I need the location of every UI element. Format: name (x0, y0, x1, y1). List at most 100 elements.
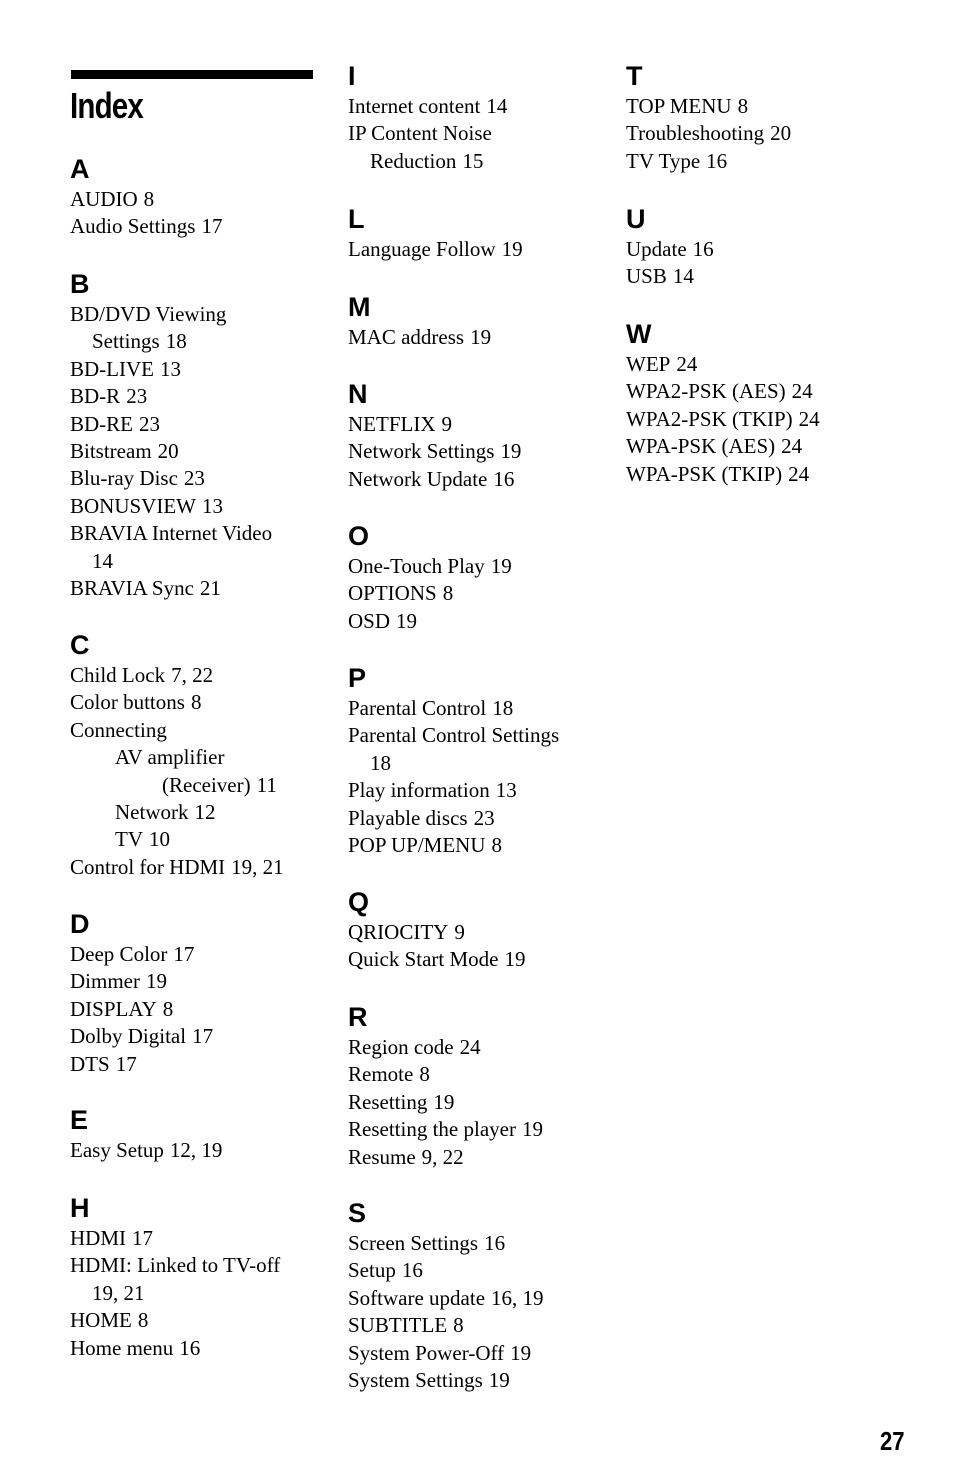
entry-page-ref[interactable]: 13 (202, 494, 223, 518)
entry-page-ref[interactable]: 24 (460, 1035, 481, 1059)
entry-page-ref[interactable]: 8 (163, 997, 174, 1021)
entry-page-ref[interactable]: 13 (496, 778, 517, 802)
index-section-c: C Child Lock 7, 22 Color buttons 8 Connecting… (70, 630, 330, 881)
entry-page-ref[interactable]: 8 (144, 187, 155, 211)
entry-page-ref[interactable]: 13 (160, 357, 181, 381)
index-entry: System Settings 19 (348, 1367, 608, 1394)
entry-page-ref[interactable]: 12 (194, 800, 215, 824)
entry-page-ref[interactable]: 10 (149, 827, 170, 851)
index-entry: Color buttons 8 (70, 689, 330, 716)
entry-page-ref[interactable]: 20 (770, 121, 791, 145)
entry-term: Audio Settings (70, 214, 196, 239)
entry-page-ref[interactable]: 16, 19 (491, 1286, 544, 1310)
entry-term: BRAVIA Internet Video (70, 521, 273, 546)
entry-page-ref[interactable]: 23 (139, 412, 160, 436)
entry-page-ref[interactable]: 18 (492, 696, 513, 720)
entry-page-ref[interactable]: 20 (158, 439, 179, 463)
index-entry: BONUSVIEW 13 (70, 493, 330, 520)
entry-page-ref[interactable]: 7, 22 (171, 663, 213, 687)
entry-page-ref[interactable]: 19, 21 (92, 1281, 145, 1305)
entry-page-ref[interactable]: 24 (676, 352, 697, 376)
entry-term: POP UP/MENU (348, 833, 486, 858)
entry-page-ref[interactable]: 18 (370, 751, 391, 775)
entry-page-ref[interactable]: 24 (781, 434, 802, 458)
entry-page-ref[interactable]: 8 (453, 1313, 464, 1337)
entry-page-ref[interactable]: 19 (510, 1341, 531, 1365)
entry-page-ref[interactable]: 8 (191, 690, 202, 714)
entry-page-ref[interactable]: 19 (522, 1117, 543, 1141)
section-letter: M (348, 292, 371, 322)
entry-term: Parental Control (348, 696, 487, 720)
entry-page-ref[interactable]: 24 (788, 462, 809, 486)
index-entry: OPTIONS 8 (348, 580, 608, 607)
entry-page-ref[interactable]: 19 (470, 325, 491, 349)
entry-page-ref[interactable]: 23 (126, 384, 147, 408)
entry-term: Update (626, 237, 687, 261)
index-entry: WPA2-PSK (AES) 24 (626, 378, 886, 405)
entry-page-ref[interactable]: 9 (454, 920, 465, 944)
entry-page-ref[interactable]: 16 (493, 467, 514, 491)
entry-term: Control for HDMI (70, 854, 226, 879)
entry-page-ref[interactable]: 19 (504, 947, 525, 971)
section-letter: P (348, 663, 367, 693)
entry-page-ref[interactable]: 16 (706, 149, 727, 173)
title-rule (71, 70, 313, 79)
entry-page-ref[interactable]: 8 (419, 1062, 430, 1086)
entry-page-ref[interactable]: 19 (146, 969, 167, 993)
index-entry: AUDIO 8 (70, 186, 330, 213)
entry-page-ref[interactable]: 23 (184, 466, 205, 490)
entry-page-ref[interactable]: 19 (500, 439, 521, 463)
entry-page-ref[interactable]: 19 (491, 554, 512, 578)
index-entry: USB 14 (626, 263, 886, 290)
entry-page-ref[interactable]: 19 (489, 1368, 510, 1392)
section-letter: Q (348, 887, 370, 917)
entry-page-ref[interactable]: 24 (792, 379, 813, 403)
entry-page-ref[interactable]: 8 (738, 94, 749, 118)
index-section-r: R Region code 24 Remote 8 Resetting 19 Resettin… (348, 1002, 608, 1171)
entry-page-ref[interactable]: 17 (173, 942, 194, 966)
index-entry: Reduction 15 (348, 148, 608, 175)
entry-page-ref[interactable]: 17 (201, 214, 222, 238)
entry-page-ref[interactable]: 18 (166, 329, 187, 353)
entry-page-ref[interactable]: 15 (462, 149, 483, 173)
index-entry: Update 16 (626, 236, 886, 263)
entry-page-ref[interactable]: 14 (673, 264, 694, 288)
entry-page-ref[interactable]: 23 (474, 806, 495, 830)
entry-page-ref[interactable]: 19 (396, 609, 417, 633)
entry-term: (Receiver) (162, 772, 251, 797)
entry-page-ref[interactable]: 8 (443, 581, 454, 605)
entry-page-ref[interactable]: 24 (799, 407, 820, 431)
index-entry: Network 12 (70, 799, 330, 826)
entry-term: USB (626, 264, 667, 289)
entry-page-ref[interactable]: 17 (192, 1024, 213, 1048)
index-entry: HDMI: Linked to TV-off (70, 1252, 330, 1279)
entry-page-ref[interactable]: 19, 21 (231, 855, 284, 879)
entry-term: BONUSVIEW (70, 493, 196, 518)
index-entry: OSD 19 (348, 608, 608, 635)
entry-page-ref[interactable]: 14 (486, 94, 507, 118)
entry-term: Region code (348, 1035, 454, 1059)
entry-term: Screen Settings (348, 1231, 479, 1255)
entry-page-ref[interactable]: 16 (402, 1258, 423, 1282)
entry-page-ref[interactable]: 21 (200, 576, 221, 600)
entry-page-ref[interactable]: 8 (492, 833, 503, 857)
entry-page-ref[interactable]: 16 (484, 1231, 505, 1255)
index-entry: IP Content Noise (348, 120, 608, 147)
entry-page-ref[interactable]: 14 (92, 549, 113, 573)
entry-term: Network Settings (348, 439, 495, 464)
index-entry: HDMI 17 (70, 1225, 330, 1252)
entry-page-ref[interactable]: 9, 22 (422, 1145, 464, 1169)
entry-term: NETFLIX (348, 412, 436, 436)
entry-page-ref[interactable]: 8 (138, 1308, 149, 1332)
index-entry: Resetting 19 (348, 1089, 608, 1116)
entry-page-ref[interactable]: 16 (179, 1336, 200, 1360)
entry-page-ref[interactable]: 19 (502, 237, 523, 261)
entry-page-ref[interactable]: 12, 19 (170, 1138, 223, 1162)
entry-page-ref[interactable]: 16 (693, 237, 714, 261)
entry-page-ref[interactable]: 11 (257, 773, 277, 797)
entry-page-ref[interactable]: 19 (433, 1090, 454, 1114)
entry-page-ref[interactable]: 17 (116, 1052, 137, 1076)
index-entry: Language Follow 19 (348, 236, 608, 263)
entry-page-ref[interactable]: 17 (132, 1226, 153, 1250)
entry-page-ref[interactable]: 9 (442, 412, 453, 436)
